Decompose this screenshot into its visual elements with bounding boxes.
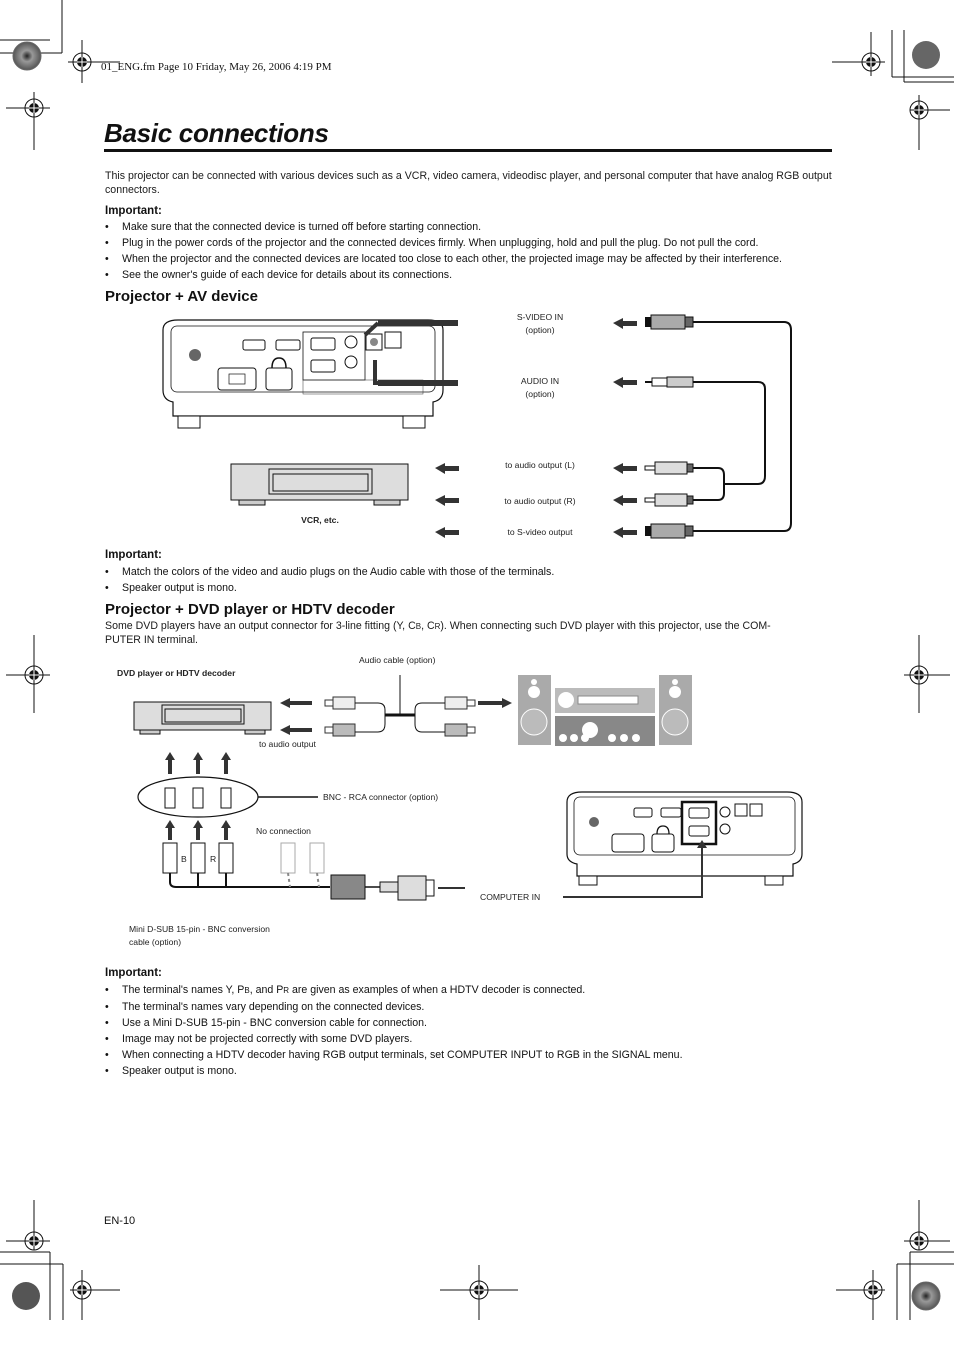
important-item: Make sure that the connected device is t… xyxy=(105,220,782,234)
important-item: When connecting a HDTV decoder having RG… xyxy=(105,1048,683,1062)
label-svideo-in: S-VIDEO IN xyxy=(516,312,564,322)
important-item: Match the colors of the video and audio … xyxy=(105,565,554,579)
label-svideo-out: to S-video output xyxy=(507,527,573,537)
label-no-connection: No connection xyxy=(256,826,311,836)
important-item: Use a Mini D-SUB 15-pin - BNC conversion… xyxy=(105,1016,683,1030)
arrow-left-icon xyxy=(435,463,459,538)
text-run: The terminal's names Y, P xyxy=(122,984,245,996)
arrow-left-icon xyxy=(613,318,637,538)
bnc-rca-adapter-icon xyxy=(164,787,232,809)
conversion-box xyxy=(330,874,366,900)
dvd-intro-line-2: PUTER IN terminal. xyxy=(105,634,199,646)
section-heading-dvd: Projector + DVD player or HDTV decoder xyxy=(105,601,395,618)
important-heading-3: Important: xyxy=(105,967,162,979)
label-conversion-cable-1: Mini D-SUB 15-pin - BNC conversion xyxy=(129,924,270,934)
important-heading-2: Important: xyxy=(105,549,162,561)
important-item: The terminal's names vary depending on t… xyxy=(105,1000,683,1014)
arrow-left-icon xyxy=(280,698,312,735)
text-run: ). When connecting such DVD player with … xyxy=(440,620,771,632)
important-item: Image may not be projected correctly wit… xyxy=(105,1032,683,1046)
s-video-plug-icon xyxy=(645,314,694,330)
label-bnc-r: R xyxy=(210,854,217,864)
print-header: 01_ENG.fm Page 10 Friday, May 26, 2006 4… xyxy=(101,61,332,73)
important-item: Speaker output is mono. xyxy=(105,1064,683,1078)
arrow-right-icon xyxy=(478,698,512,708)
important-item: Speaker output is mono. xyxy=(105,581,554,595)
audio-cable xyxy=(355,675,445,733)
speaker-icon xyxy=(518,675,551,745)
projector-rear-icon xyxy=(162,319,444,429)
text-run: are given as examples of when a HDTV dec… xyxy=(289,984,586,996)
mini-plug-icon xyxy=(645,376,694,388)
bnc-plug-unused-icon xyxy=(280,842,325,874)
dvd-connection-diagram xyxy=(133,675,803,901)
important-item: See the owner's guide of each device for… xyxy=(105,268,782,282)
important-heading-1: Important: xyxy=(105,205,162,217)
important-item: When the projector and the connected dev… xyxy=(105,252,782,266)
label-audio-out-l: to audio output (L) xyxy=(505,460,575,470)
text-run: , C xyxy=(421,620,435,632)
important-list-1: Make sure that the connected device is t… xyxy=(105,220,782,284)
page-title: Basic connections xyxy=(104,118,329,148)
text-run: , and P xyxy=(249,984,284,996)
important-list-3: The terminal's names Y, PB, and PR are g… xyxy=(105,983,683,1080)
cable xyxy=(693,321,792,532)
label-vcr: VCR, etc. xyxy=(301,515,339,525)
label-dvd-player: DVD player or HDTV decoder xyxy=(117,668,236,678)
label-audio-in: AUDIO IN xyxy=(520,376,560,386)
bnc-cable xyxy=(169,873,330,888)
label-bnc-b: B xyxy=(181,854,187,864)
dvd-player-icon xyxy=(133,701,272,735)
important-list-2: Match the colors of the video and audio … xyxy=(105,565,554,597)
label-to-audio-output: to audio output xyxy=(259,739,316,749)
av-connection-diagram xyxy=(162,314,792,539)
label-conversion-cable-2: cable (option) xyxy=(129,937,182,947)
text-run: Some DVD players have an output connecto… xyxy=(105,620,416,632)
bnc-plug-icon xyxy=(162,842,234,874)
vcr-icon xyxy=(230,463,409,506)
label-audio-out-r: to audio output (R) xyxy=(504,496,576,506)
label-bnc-rca: BNC - RCA connector (option) xyxy=(323,792,439,802)
dsub-plug-icon xyxy=(379,875,435,901)
rca-plug-icon xyxy=(644,493,694,507)
rca-plug-icon xyxy=(644,461,694,475)
s-video-plug-icon xyxy=(645,523,694,539)
arrow-up-icon xyxy=(165,752,231,774)
label-computer-in: COMPUTER IN xyxy=(480,892,541,902)
dvd-intro-line-1: Some DVD players have an output connecto… xyxy=(105,619,835,634)
important-item: Plug in the power cords of the projector… xyxy=(105,236,782,250)
speaker-icon xyxy=(659,675,692,745)
intro-paragraph: This projector can be connected with var… xyxy=(105,170,832,196)
arrow-up-icon xyxy=(165,820,231,840)
label-audio-in-note: (option) xyxy=(525,389,555,399)
important-item: The terminal's names Y, PB, and PR are g… xyxy=(105,983,683,998)
page-number: EN-10 xyxy=(104,1215,136,1227)
title-rule xyxy=(104,149,832,152)
projector-rear-icon xyxy=(566,791,803,886)
audio-system-icon xyxy=(555,688,655,746)
label-audio-cable: Audio cable (option) xyxy=(359,655,436,665)
label-svideo-in-note: (option) xyxy=(525,325,555,335)
